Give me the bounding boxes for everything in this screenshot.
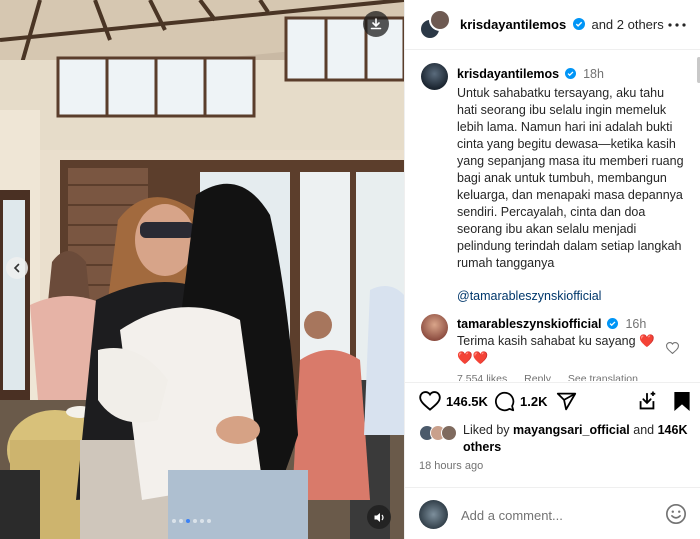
post-timestamp[interactable]: 18 hours ago	[419, 460, 483, 472]
likes-text: Liked by mayangsari_official and 146K ot…	[463, 422, 693, 456]
caption-avatar[interactable]	[421, 63, 448, 90]
caption-time[interactable]: 18h	[583, 67, 604, 81]
add-comment-bar	[405, 487, 700, 539]
caption: krisdayantilemos 18h Untuk sahabatku ter…	[457, 66, 685, 305]
save-button[interactable]	[673, 391, 691, 412]
post-header: krisdayantilemos and 2 others	[405, 0, 700, 50]
comments-section[interactable]: krisdayantilemos 18h Untuk sahabatku ter…	[405, 51, 700, 381]
comment-input[interactable]	[461, 504, 651, 526]
carousel-dot	[200, 519, 204, 523]
share-icon	[556, 392, 577, 411]
comment-icon	[495, 391, 515, 412]
post-photo	[0, 0, 404, 539]
more-icon	[668, 23, 686, 27]
comment-meta: 7,554 likes Reply See translation	[457, 373, 652, 381]
verified-icon	[572, 18, 585, 30]
mute-button[interactable]	[367, 505, 391, 529]
more-options-button[interactable]	[665, 13, 689, 37]
download-button[interactable]	[363, 11, 389, 37]
comment-time[interactable]: 16h	[625, 317, 646, 331]
comment-like-button[interactable]	[665, 341, 680, 359]
liker-username[interactable]: mayangsari_official	[513, 423, 630, 437]
like-count[interactable]: 146.5K	[446, 394, 488, 409]
see-translation-button[interactable]: See translation	[568, 373, 638, 381]
post-authors: krisdayantilemos and 2 others	[460, 17, 664, 32]
liker-avatar[interactable]	[441, 425, 457, 441]
previous-media-button[interactable]	[6, 257, 28, 279]
post-media[interactable]	[0, 0, 404, 539]
heart-icon	[665, 342, 680, 355]
like-button[interactable]: 146.5K	[419, 391, 488, 411]
verified-icon	[564, 68, 576, 79]
repost-icon	[639, 391, 656, 410]
emoji-icon	[666, 504, 686, 524]
comment-emoji: ❤️❤️	[457, 351, 489, 365]
carousel-dot	[179, 519, 183, 523]
comment-username[interactable]: tamarableszynskiofficial	[457, 317, 602, 331]
heart-icon	[419, 391, 441, 411]
comment-likes[interactable]: 7,554 likes	[457, 373, 507, 381]
post-panel: krisdayantilemos and 2 others krisdayant…	[404, 0, 700, 539]
bookmark-icon	[674, 391, 690, 412]
comment-button[interactable]: 1.2K	[494, 391, 547, 412]
current-user-avatar[interactable]	[419, 500, 448, 529]
comment-avatar[interactable]	[421, 314, 448, 341]
likes-middle: and	[633, 423, 655, 437]
caption-text: Untuk sahabatku tersayang, aku tahu hati…	[457, 86, 684, 270]
comment: tamarableszynskiofficial 16h Terima kasi…	[457, 316, 667, 367]
carousel-dot	[193, 519, 197, 523]
mute-icon	[374, 512, 384, 522]
carousel-dot-active	[186, 519, 190, 523]
carousel-dot	[207, 519, 211, 523]
repost-button[interactable]	[636, 391, 658, 413]
author-username[interactable]: krisdayantilemos	[460, 17, 566, 32]
reply-button[interactable]: Reply	[524, 373, 551, 381]
avatar[interactable]	[429, 9, 451, 31]
chevron-left-icon	[13, 263, 20, 273]
share-button[interactable]	[556, 391, 577, 412]
comment-count[interactable]: 1.2K	[520, 394, 547, 409]
emoji-button[interactable]	[665, 503, 687, 530]
carousel-dot	[172, 519, 176, 523]
comment-text: Terima kasih sahabat ku sayang ❤️	[457, 334, 655, 348]
verified-icon	[607, 318, 618, 329]
action-bar: 146.5K 1.2K	[405, 382, 700, 422]
carousel-dots	[172, 519, 211, 523]
likes-prefix: Liked by	[463, 423, 510, 437]
download-icon	[370, 18, 382, 30]
coauthors-link[interactable]: and 2 others	[591, 17, 663, 32]
mention-link[interactable]: @tamarableszynskiofficial	[457, 288, 685, 305]
likes-summary: Liked by mayangsari_official and 146K ot…	[419, 422, 689, 454]
caption-username[interactable]: krisdayantilemos	[457, 67, 559, 81]
